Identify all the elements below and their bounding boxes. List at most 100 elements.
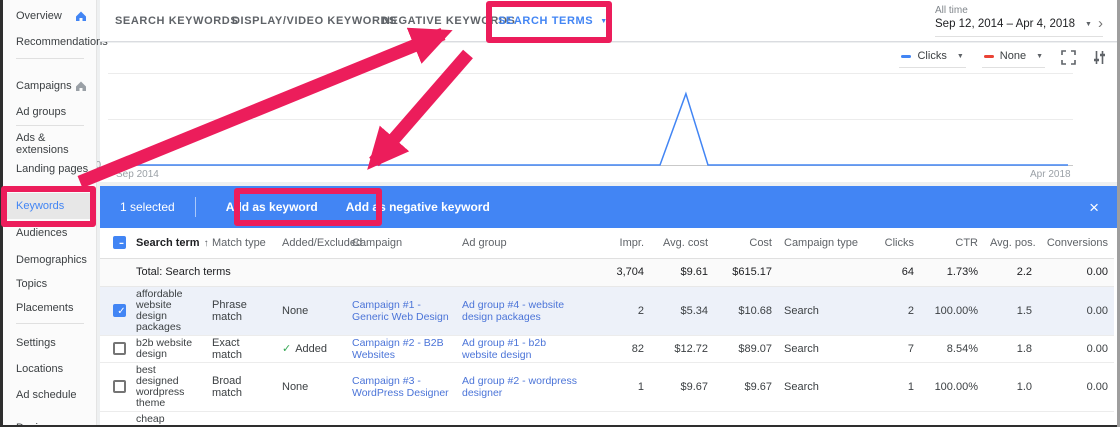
date-range-picker[interactable]: All time Sep 12, 2014 – Apr 4, 2018 ▼ [935,5,1103,37]
sidebar-item-label: Audiences [16,227,67,239]
impr-cell: 1 [588,362,650,411]
sidebar-item-placements[interactable]: Placements [3,295,97,321]
sidebar-divider [16,125,84,126]
chevron-down-icon: ▼ [957,53,964,60]
sidebar-item-ads-extensions[interactable]: Ads & extensions [3,131,97,157]
sidebar-item-demographics[interactable]: Demographics [3,247,97,273]
clicks-series-swatch [901,55,911,58]
row-checkbox[interactable] [113,342,126,355]
col-header-clicks[interactable]: Clicks [860,228,920,258]
clicks-cell: 1 [860,362,920,411]
campaign-link[interactable]: Campaign #1 - Generic Web Design [352,299,449,323]
ad-group-link[interactable]: Ad group #1 - b2b website design [462,337,546,361]
col-header-added-excluded[interactable]: Added/Excluded [276,228,346,258]
conversions-cell: 0.00 [1038,362,1114,411]
sidebar-item-overview[interactable]: Overview [3,3,97,29]
sidebar-item-topics[interactable]: Topics [3,271,97,297]
col-header-search-term[interactable]: Search term↑ [130,228,206,258]
sidebar-item-campaigns[interactable]: Campaigns [3,73,97,99]
clicks-cell: 7 [860,335,920,362]
chart-metric-2-dropdown[interactable]: None ▼ [982,47,1045,68]
chart-metric-2-label: None [1000,50,1026,62]
select-all-checkbox[interactable]: – [113,236,126,249]
total-clicks: 64 [860,258,920,286]
selected-count: 1 selected [120,200,175,214]
tab-search-keywords[interactable]: SEARCH KEYWORDS [115,0,238,42]
window-border-left [0,0,3,427]
date-range-preset: All time [935,5,1103,16]
table-row[interactable]: best designed wordpress theme Broad matc… [100,362,1114,411]
add-as-negative-keyword-button[interactable]: Add as negative keyword [332,200,504,214]
sidebar-item-locations[interactable]: Locations [3,356,97,382]
sidebar-item-audiences[interactable]: Audiences [3,220,97,246]
sidebar-item-ad-schedule[interactable]: Ad schedule [3,382,97,408]
cost-cell: $9.67 [714,362,778,411]
chart-metric-1-label: Clicks [917,50,946,62]
col-header-impr[interactable]: Impr. [588,228,650,258]
home-icon [75,80,87,92]
avg-cost-cell: $9.67 [650,362,714,411]
total-cost: $615.17 [714,258,778,286]
col-header-match-type[interactable]: Match type [206,228,276,258]
chevron-down-icon: ▼ [1036,53,1043,60]
tab-label: SEARCH KEYWORDS [115,15,238,27]
sidebar-item-label: Ad schedule [16,389,77,401]
chart-metric-1-dropdown[interactable]: Clicks ▼ [899,47,965,68]
impr-cell: 82 [588,335,650,362]
sidebar-item-label: Demographics [16,254,87,266]
date-prev-button[interactable]: ‹ [1068,16,1073,31]
ad-group-link[interactable]: Ad group #2 - wordpress designer [462,375,577,399]
col-header-conversions[interactable]: Conversions [1038,228,1114,258]
sidebar-item-recommendations[interactable]: Recommendations [3,29,97,55]
google-ads-keywords-search-terms-screen: Overview Recommendations Campaigns Ad gr… [0,0,1120,427]
sidebar-item-label: Topics [16,278,47,290]
col-header-cost[interactable]: Cost [714,228,778,258]
sidebar-item-landing-pages[interactable]: Landing pages [3,156,97,182]
col-header-ctr[interactable]: CTR [920,228,984,258]
date-range-value: Sep 12, 2014 – Apr 4, 2018 [935,18,1075,30]
table-row[interactable]: b2b website design Exact match ✓Added Ca… [100,335,1114,362]
col-header-ad-group[interactable]: Ad group [456,228,588,258]
col-header-campaign-type[interactable]: Campaign type [778,228,860,258]
none-series-swatch [984,55,994,58]
ad-group-link[interactable]: Ad group #4 - website design packages [462,299,564,323]
col-header-avg-cost[interactable]: Avg. cost [650,228,714,258]
campaign-link[interactable]: Campaign #3 - WordPress Designer [352,375,449,399]
keywords-tab-bar: SEARCH KEYWORDS DISPLAY/VIDEO KEYWORDS N… [100,0,1117,42]
sidebar-divider [16,58,84,59]
gridline-80 [108,73,1073,74]
match-type-cell: Exact match [206,335,276,362]
sidebar-nav: Overview Recommendations Campaigns Ad gr… [3,0,97,427]
added-excluded-cell: None [276,286,346,335]
search-terms-table-card: – Search term↑ Match type Added/Excluded… [100,228,1117,425]
clicks-cell: 2 [860,286,920,335]
total-avg-pos: 2.2 [984,258,1038,286]
added-excluded-cell: ✓Added [276,335,346,362]
close-icon[interactable]: × [1089,199,1099,216]
campaign-type-cell: Search [778,335,860,362]
campaign-type-cell: Search [778,362,860,411]
col-header-avg-pos[interactable]: Avg. pos. [984,228,1038,258]
gridline-40 [108,119,1073,120]
date-next-button[interactable]: › [1098,16,1103,31]
add-as-keyword-button[interactable]: Add as keyword [212,200,332,214]
search-term-cell: best designed wordpress theme [130,362,206,411]
x-axis-tick-end: Apr 2018 [1030,169,1071,180]
match-type-cell: Phrase match [206,286,276,335]
home-icon [75,10,87,22]
col-header-campaign[interactable]: Campaign [346,228,456,258]
tab-search-terms[interactable]: SEARCH TERMS ▼ [498,0,608,42]
tab-display-video-keywords[interactable]: DISPLAY/VIDEO KEYWORDS [232,0,397,42]
tab-negative-keywords[interactable]: NEGATIVE KEYWORDS [382,0,515,42]
table-header-row: – Search term↑ Match type Added/Excluded… [100,228,1114,258]
ctr-cell: 100.00% [920,286,984,335]
row-checkbox[interactable] [113,380,126,393]
table-row[interactable]: ✓ affordable website design packages Phr… [100,286,1114,335]
sidebar-item-keywords[interactable]: Keywords [3,193,97,219]
chart-settings-icon[interactable] [1092,50,1107,65]
sidebar-item-ad-groups[interactable]: Ad groups [3,99,97,125]
row-checkbox-checked[interactable]: ✓ [113,304,126,317]
sidebar-item-settings[interactable]: Settings [3,330,97,356]
campaign-link[interactable]: Campaign #2 - B2B Websites [352,337,444,361]
fullscreen-icon[interactable] [1061,50,1076,65]
